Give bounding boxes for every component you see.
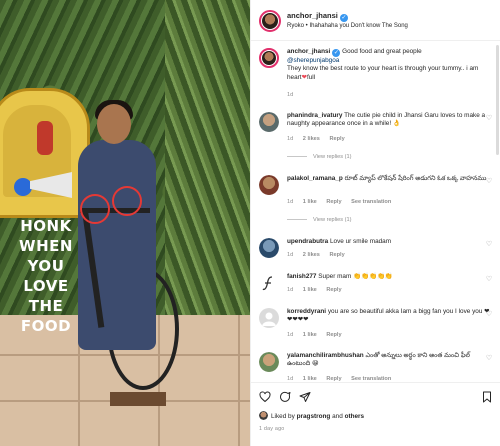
comment-time: 1d: [287, 332, 294, 338]
verified-badge-icon: ✓: [332, 49, 341, 57]
verified-badge-icon: ✓: [339, 14, 348, 22]
default-user-icon: [262, 312, 276, 326]
comment-meta: 1d 1 like Reply See translation: [287, 199, 399, 205]
audio-track[interactable]: Ryoko • Ihahahaha you Don't know The Son…: [287, 23, 408, 29]
small-heart-icon[interactable]: ♡: [485, 276, 493, 284]
post-photo[interactable]: HONK WHEN YOU LOVE THE FOOD: [0, 0, 250, 446]
comment-text: upendrabutra Love ur smile madam: [287, 238, 493, 246]
comment-time: 1d: [287, 287, 294, 293]
photo-overlay-text: HONK WHEN YOU LOVE THE FOOD: [14, 216, 78, 336]
liker-avatar[interactable]: [259, 411, 268, 420]
overlay-word: THE: [28, 297, 64, 315]
liked-by-user[interactable]: pragstrong: [297, 413, 331, 420]
comment-likes[interactable]: 1 like: [303, 199, 317, 205]
comment-text: phanindra_ivatury The cutie pie child in…: [287, 112, 493, 129]
overlay-word: FOOD: [20, 317, 72, 335]
heart-outline-icon[interactable]: [259, 391, 271, 403]
rickshaw-decoration: [37, 121, 53, 155]
plant-wall-right: [165, 0, 250, 340]
bicycle-stand: [110, 392, 166, 406]
reply-button[interactable]: Reply: [326, 287, 341, 293]
commenter-username[interactable]: yalamanchilirambhushan: [287, 352, 364, 359]
view-replies-button[interactable]: View replies (1): [287, 217, 351, 223]
comment-likes[interactable]: 1 like: [303, 332, 317, 338]
see-translation-button[interactable]: See translation: [351, 199, 391, 205]
caption-line-2: They know the best route to your heart i…: [287, 65, 479, 81]
reply-button[interactable]: Reply: [329, 136, 344, 142]
reply-button[interactable]: Reply: [326, 332, 341, 338]
liked-by-and: and: [332, 413, 343, 420]
caption-meta: 1d: [287, 92, 301, 98]
comment-bubble-icon[interactable]: [279, 391, 291, 403]
author-username[interactable]: anchor_jhansi: [287, 11, 338, 20]
commenter-avatar[interactable]: [259, 308, 279, 328]
small-heart-icon[interactable]: ♡: [485, 241, 493, 249]
rickshaw-canopy: [0, 88, 90, 218]
caption-avatar[interactable]: [259, 48, 279, 68]
person-face: [97, 104, 131, 144]
comment-time: 1d: [287, 252, 294, 258]
comment-text: yalamanchilirambhushan ఎంతో అన్నులు అర్థ…: [287, 352, 493, 369]
comment-likes[interactable]: 2 likes: [303, 252, 320, 258]
commenter-username[interactable]: palakol_ramana_p: [287, 175, 343, 182]
overlay-word: LOVE: [23, 277, 69, 295]
reply-button[interactable]: Reply: [329, 252, 344, 258]
author-avatar[interactable]: [259, 10, 281, 32]
commenter-avatar[interactable]: [259, 238, 279, 258]
comment-time: 1d: [287, 136, 294, 142]
red-circle-marker: [80, 194, 110, 224]
comment-meta: 1d 1 like Reply: [287, 332, 350, 338]
overlay-word: YOU: [27, 257, 65, 275]
commenter-avatar[interactable]: [259, 352, 279, 372]
overlay-word: HONK: [20, 217, 72, 235]
post-actions: Liked by pragstrong and others 1 day ago: [251, 382, 500, 446]
liked-by-others[interactable]: others: [345, 413, 365, 420]
horn-bulb: [14, 178, 32, 196]
small-heart-icon[interactable]: ♡: [485, 178, 493, 186]
commenter-username[interactable]: korreddyrani: [287, 308, 326, 315]
post-header: anchor_jhansi ✓ Ryoko • Ihahahaha you Don…: [251, 0, 500, 41]
caption-mention[interactable]: @sherepunjabgoa: [287, 57, 339, 64]
bookmark-icon[interactable]: [481, 391, 493, 403]
red-circle-marker: [112, 186, 142, 216]
post-timestamp[interactable]: 1 day ago: [259, 426, 284, 432]
commenter-avatar[interactable]: [259, 273, 279, 293]
paper-plane-icon[interactable]: [299, 391, 311, 403]
comments-list[interactable]: anchor_jhansi ✓ Good food and great peopl…: [251, 42, 500, 382]
comments-scrollbar[interactable]: [496, 45, 499, 155]
small-heart-icon[interactable]: ♡: [485, 115, 493, 123]
caption-text: anchor_jhansi ✓ Good food and great peopl…: [287, 48, 493, 82]
small-heart-icon[interactable]: ♡: [485, 355, 493, 363]
reply-button[interactable]: Reply: [326, 199, 341, 205]
comment-body: రూట్ మ్యాప్ లొకేషన్ షేరింగ్ అడుగని ఓక ఒక…: [344, 175, 487, 182]
overlay-word: WHEN: [19, 237, 73, 255]
liked-by-line: Liked by pragstrong and others: [259, 411, 364, 420]
comment-meta: 1d 2 likes Reply: [287, 136, 353, 142]
comment-likes[interactable]: 1 like: [303, 287, 317, 293]
script-f-logo: [262, 276, 273, 291]
author-username-row: anchor_jhansi ✓: [287, 11, 348, 22]
liked-by-label: Liked by: [271, 413, 295, 420]
comment-text: palakol_ramana_p రూట్ మ్యాప్ లొకేషన్ షేర…: [287, 175, 493, 183]
post-side-panel: anchor_jhansi ✓ Ryoko • Ihahahaha you Don…: [250, 0, 500, 446]
caption-username[interactable]: anchor_jhansi: [287, 48, 330, 55]
caption-time: 1d: [287, 92, 294, 98]
caption-line-3: full: [306, 73, 316, 81]
comment-time: 1d: [287, 199, 294, 205]
comment-body: Love ur smile madam: [329, 238, 392, 245]
commenter-username[interactable]: fanish277: [287, 273, 316, 280]
commenter-avatar[interactable]: [259, 175, 279, 195]
commenter-username[interactable]: phanindra_ivatury: [287, 112, 342, 119]
commenter-username[interactable]: upendrabutra: [287, 238, 328, 245]
commenter-avatar[interactable]: [259, 112, 279, 132]
view-replies-button[interactable]: View replies (1): [287, 154, 351, 160]
comment-text: fanish277 Super mam 👏👏👏👏👏: [287, 273, 493, 281]
small-heart-icon[interactable]: ♡: [485, 311, 493, 319]
comment-likes[interactable]: 2 likes: [303, 136, 320, 142]
comment-meta: 1d 2 likes Reply: [287, 252, 353, 258]
comment-body: Super mam 👏👏👏👏👏: [318, 273, 393, 280]
comment-meta: 1d 1 like Reply: [287, 287, 350, 293]
comment-text: korreddyrani you are so beautiful akka I…: [287, 308, 493, 325]
caption-line-1: Good food and great people: [342, 48, 422, 55]
